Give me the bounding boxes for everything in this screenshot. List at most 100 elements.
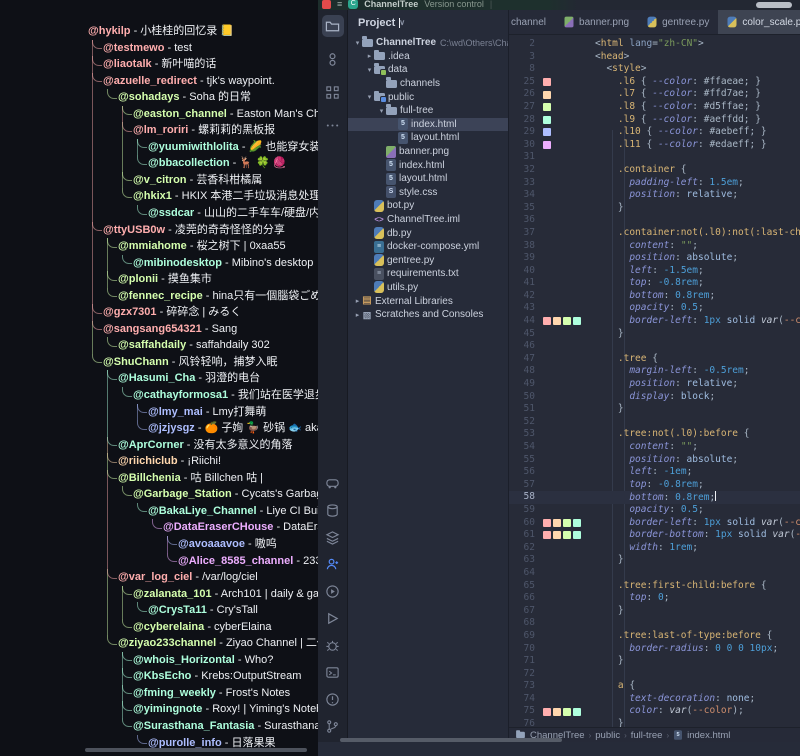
channel-tree-preview[interactable]: @hykilp - 小桂桂的回忆录 📒@testmewo - test@liao… xyxy=(0,0,318,756)
channel-item[interactable]: @Billchenia - 咕 Billchen 咕 | xyxy=(0,470,318,487)
channel-handle-link[interactable]: @sangsang654321 xyxy=(103,323,202,335)
services-tool-icon[interactable] xyxy=(322,472,344,494)
chevron-collapsed-icon[interactable]: ▸ xyxy=(353,311,362,319)
channel-handle-link[interactable]: @avoaaavoe xyxy=(178,538,245,550)
run-console-tool-icon[interactable] xyxy=(322,580,344,602)
editor-tab-color_scale-py[interactable]: color_scale.py xyxy=(718,10,800,34)
chevron-collapsed-icon[interactable]: ▸ xyxy=(365,52,374,60)
channel-handle-link[interactable]: @bbacollection xyxy=(148,157,230,169)
channel-item[interactable]: @Hasumi_Cha - 羽澄的电台 xyxy=(0,370,318,387)
color-swatch-icon[interactable] xyxy=(573,317,581,325)
project-tree-row[interactable]: db.py xyxy=(348,226,508,240)
channel-handle-link[interactable]: @CrysTa11 xyxy=(148,604,207,616)
channel-item[interactable]: @KbsEcho - Krebs:OutputStream xyxy=(0,668,318,685)
channel-item[interactable]: @sangsang654321 - Sang xyxy=(0,321,318,338)
project-tree-row[interactable]: utils.py xyxy=(348,281,508,295)
project-tree-row[interactable]: ▾full-tree xyxy=(348,104,508,118)
channel-handle-link[interactable]: @mmiahome xyxy=(118,240,187,252)
channel-handle-link[interactable]: @cathayformosa1 xyxy=(133,389,228,401)
chevron-expanded-icon[interactable]: ▾ xyxy=(377,107,386,115)
chevron-expanded-icon[interactable]: ▾ xyxy=(365,93,374,101)
layers-tool-icon[interactable] xyxy=(322,526,344,548)
color-swatch-icon[interactable] xyxy=(573,531,581,539)
channel-item[interactable]: @mibinodesktop - Mibino's desktop xyxy=(0,255,318,272)
project-tree-row[interactable]: ▾public xyxy=(348,90,508,104)
channel-handle-link[interactable]: @whois_Horizontal xyxy=(133,654,235,666)
window-controls[interactable] xyxy=(756,2,792,8)
channel-handle-link[interactable]: @jzjysgz xyxy=(148,422,195,434)
color-swatch-icon[interactable] xyxy=(543,519,551,527)
channel-item[interactable]: @saffahdaily - saffahdaily 302 xyxy=(0,337,318,354)
channel-item[interactable]: @plonii - 摸鱼集市 xyxy=(0,271,318,288)
breadcrumb-item[interactable]: full-tree xyxy=(631,730,663,741)
color-swatch-icon[interactable] xyxy=(543,78,551,86)
structure-tool-icon[interactable] xyxy=(322,81,344,103)
channel-item[interactable]: @avoaaavoe - 嗷呜 xyxy=(0,536,318,553)
channel-handle-link[interactable]: @KbsEcho xyxy=(133,670,191,682)
channel-handle-link[interactable]: @AprCorner xyxy=(118,439,184,451)
channel-handle-link[interactable]: @Garbage_Station xyxy=(133,488,232,500)
breadcrumb-item[interactable]: public xyxy=(595,730,620,741)
chevron-expanded-icon[interactable]: ▾ xyxy=(353,39,362,47)
channel-item[interactable]: @ziyao233channel - Ziyao Channel | 二代目 xyxy=(0,635,318,652)
more-tool-icon[interactable] xyxy=(322,114,344,136)
color-swatch-icon[interactable] xyxy=(543,128,551,136)
run-tool-icon[interactable] xyxy=(322,607,344,629)
color-swatch-icon[interactable] xyxy=(553,531,561,539)
channel-item[interactable]: @zalanata_101 - Arch101 | daily & game xyxy=(0,586,318,603)
channel-handle-link[interactable]: @plonii xyxy=(118,273,158,285)
project-tree-row[interactable]: 5layout.html xyxy=(348,172,508,186)
channel-item[interactable]: @lmy_mai - Lmy打舞萌 xyxy=(0,404,318,421)
channel-handle-link[interactable]: @hkix1 xyxy=(133,190,172,202)
problems-tool-icon[interactable] xyxy=(322,688,344,710)
project-tree-row[interactable]: Sstyle.css xyxy=(348,186,508,200)
channel-item[interactable]: @ttyUSB0w - 凌莞的奇奇怪怪的分享 xyxy=(0,222,318,239)
vcs-widget[interactable]: Version control xyxy=(424,0,484,9)
channel-item[interactable]: @ShuChann - 风铃轻响，捕梦入眠 xyxy=(0,354,318,371)
breadcrumb-item[interactable]: index.html xyxy=(687,730,730,741)
channel-handle-link[interactable]: @testmewo xyxy=(103,42,164,54)
project-tree-row[interactable]: <>ChannelTree.iml xyxy=(348,213,508,227)
channel-handle-link[interactable]: @easton_channel xyxy=(133,108,227,120)
channel-item[interactable]: @DataEraserCHouse - DataEraserC的小屋 xyxy=(0,519,318,536)
channel-handle-link[interactable]: @yimingnote xyxy=(133,703,202,715)
project-tree-row[interactable]: 5index.html xyxy=(348,118,508,132)
database-tool-icon[interactable] xyxy=(322,499,344,521)
channel-handle-link[interactable]: @ttyUSB0w xyxy=(103,224,165,236)
project-tree-row[interactable]: gentree.py xyxy=(348,254,508,268)
project-tree-row[interactable]: ≡docker-compose.yml xyxy=(348,240,508,254)
project-tree-row[interactable]: channels xyxy=(348,77,508,91)
color-swatch-icon[interactable] xyxy=(543,141,551,149)
color-swatch-icon[interactable] xyxy=(553,317,561,325)
color-swatch-icon[interactable] xyxy=(563,708,571,716)
channel-handle-link[interactable]: @hykilp xyxy=(88,25,131,37)
channel-item[interactable]: @Alice_8585_channel - 233355607的废话频道好想 xyxy=(0,553,318,570)
project-panel-scrollbar[interactable] xyxy=(340,738,562,742)
channel-handle-link[interactable]: @lm_roriri xyxy=(133,124,188,136)
color-swatch-icon[interactable] xyxy=(543,91,551,99)
channel-handle-link[interactable]: @v_citron xyxy=(133,174,187,186)
channel-item[interactable]: @liaotalk - 新叶喵的话 xyxy=(0,56,318,73)
channel-item[interactable]: @cathayformosa1 - 我们站在医学退步的最前沿 xyxy=(0,387,318,404)
channel-handle-link[interactable]: @azuelle_redirect xyxy=(103,75,197,87)
color-swatch-icon[interactable] xyxy=(563,531,571,539)
color-swatch-icon[interactable] xyxy=(543,531,551,539)
channel-item[interactable]: @gzx7301 - 碎碎念 | みるく xyxy=(0,304,318,321)
project-badge-icon[interactable]: C xyxy=(348,0,358,9)
channel-handle-link[interactable]: @Surasthana_Fantasia xyxy=(133,720,254,732)
channel-handle-link[interactable]: @saffahdaily xyxy=(118,339,186,351)
channel-handle-link[interactable]: @gzx7301 xyxy=(103,306,157,318)
channel-handle-link[interactable]: @DataEraserCHouse xyxy=(163,521,273,533)
color-swatch-icon[interactable] xyxy=(573,519,581,527)
channel-handle-link[interactable]: @liaotalk xyxy=(103,58,152,70)
channel-handle-link[interactable]: @ssdcar xyxy=(148,207,194,219)
color-swatch-icon[interactable] xyxy=(543,116,551,124)
channel-handle-link[interactable]: @Alice_8585_channel xyxy=(178,555,293,567)
chevron-collapsed-icon[interactable]: ▸ xyxy=(353,297,362,305)
channel-item[interactable]: @Surasthana_Fantasia - Surasthana Fantas… xyxy=(0,718,318,735)
editor-tab-gentree-py[interactable]: gentree.py xyxy=(638,10,718,34)
channel-item[interactable]: @yuumiwithlolita - 🌽 也能穿女装嘛 xyxy=(0,139,318,156)
preview-horizontal-scrollbar[interactable] xyxy=(85,748,307,752)
color-swatch-icon[interactable] xyxy=(553,519,561,527)
project-tool-icon[interactable] xyxy=(322,15,344,37)
